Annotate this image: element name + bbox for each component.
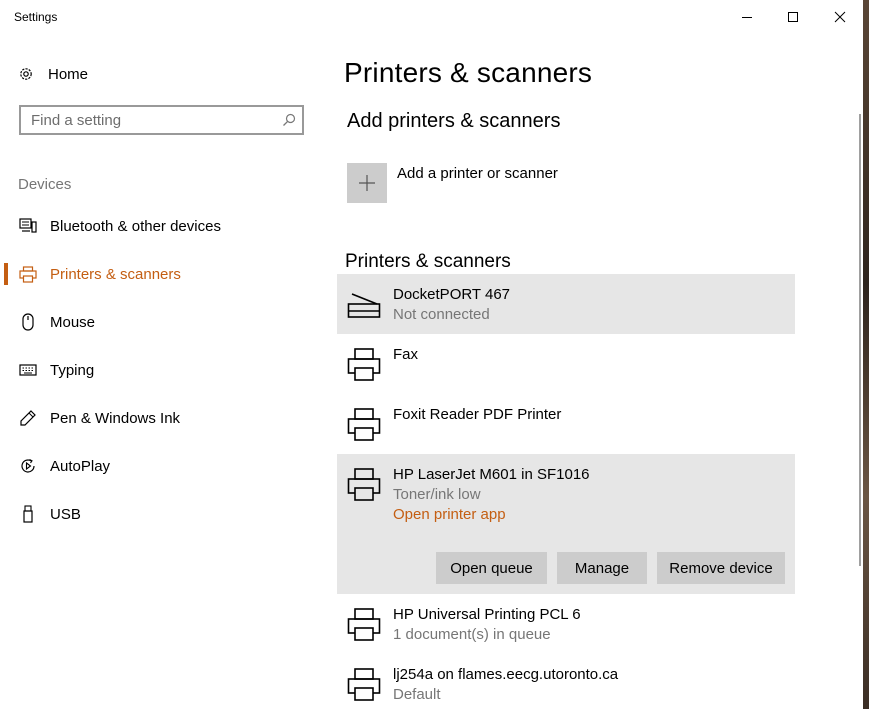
device-item-foxit[interactable]: Foxit Reader PDF Printer	[337, 394, 795, 454]
sidebar-item-label: Bluetooth & other devices	[50, 217, 221, 235]
window-title: Settings	[14, 10, 58, 24]
close-button[interactable]	[817, 0, 863, 34]
bluetooth-devices-icon	[18, 217, 38, 235]
autoplay-icon	[18, 457, 38, 475]
open-queue-button[interactable]: Open queue	[436, 552, 547, 584]
device-item-hp-laserjet[interactable]: HP LaserJet M601 in SF1016 Toner/ink low…	[337, 454, 795, 594]
sidebar-nav: Bluetooth & other devices Printers & sca…	[0, 202, 330, 538]
sidebar-item-bluetooth[interactable]: Bluetooth & other devices	[0, 202, 330, 250]
printers-list-title: Printers & scanners	[345, 251, 511, 272]
sidebar-item-mouse[interactable]: Mouse	[0, 298, 330, 346]
add-section-title: Add printers & scanners	[347, 110, 561, 132]
device-name: HP LaserJet M601 in SF1016	[393, 466, 590, 483]
sidebar-item-autoplay[interactable]: AutoPlay	[0, 442, 330, 490]
settings-window: Settings Home Devices Bluetooth & othe	[0, 0, 863, 709]
device-item-hp-universal[interactable]: HP Universal Printing PCL 6 1 document(s…	[337, 594, 795, 654]
minimize-icon	[742, 17, 752, 18]
sidebar-item-label: Pen & Windows Ink	[50, 409, 181, 427]
keyboard-icon	[18, 361, 38, 379]
printer-icon	[347, 608, 381, 641]
nav-home-label: Home	[48, 65, 89, 83]
device-status: Not connected	[393, 306, 490, 323]
search-box[interactable]	[19, 105, 304, 135]
device-name: HP Universal Printing PCL 6	[393, 606, 581, 623]
add-printer-button[interactable]	[347, 163, 387, 203]
sidebar-item-label: Printers & scanners	[50, 265, 181, 283]
sidebar-item-typing[interactable]: Typing	[0, 346, 330, 394]
device-name: DocketPORT 467	[393, 286, 511, 303]
gear-icon	[20, 68, 32, 80]
printer-icon	[347, 348, 381, 381]
open-printer-app-link[interactable]: Open printer app	[393, 506, 506, 523]
device-name: lj254a on flames.eecg.utoronto.ca	[393, 666, 619, 683]
printer-icon	[347, 468, 381, 501]
plus-icon	[359, 175, 375, 191]
device-item-lj254a[interactable]: lj254a on flames.eecg.utoronto.ca Defaul…	[337, 654, 795, 709]
desktop-background	[863, 0, 869, 709]
page-title: Printers & scanners	[344, 57, 593, 88]
device-status: 1 document(s) in queue	[393, 626, 551, 643]
device-status: Default	[393, 686, 441, 703]
sidebar-item-label: USB	[50, 505, 81, 523]
scrollbar[interactable]	[859, 114, 861, 566]
device-name: Foxit Reader PDF Printer	[393, 406, 562, 423]
search-icon[interactable]	[276, 113, 302, 127]
devices-section-header: Devices	[18, 176, 72, 193]
device-status: Toner/ink low	[393, 486, 481, 503]
search-input[interactable]	[31, 108, 276, 132]
sidebar-item-usb[interactable]: USB	[0, 490, 330, 538]
device-name: Fax	[393, 346, 419, 363]
maximize-button[interactable]	[770, 0, 816, 34]
selection-indicator	[4, 263, 8, 285]
title-bar[interactable]: Settings	[0, 0, 863, 34]
printer-icon	[347, 668, 381, 701]
sidebar-item-label: AutoPlay	[50, 457, 111, 475]
device-item-docketport[interactable]: DocketPORT 467 Not connected	[337, 274, 795, 334]
add-printer-label[interactable]: Add a printer or scanner	[397, 165, 558, 182]
printer-icon	[18, 265, 38, 283]
minimize-button[interactable]	[724, 0, 770, 34]
close-icon	[834, 11, 846, 23]
remove-device-button[interactable]: Remove device	[657, 552, 785, 584]
usb-icon	[18, 505, 38, 523]
nav-home[interactable]: Home	[18, 62, 88, 86]
sidebar-item-pen[interactable]: Pen & Windows Ink	[0, 394, 330, 442]
sidebar-item-printers-scanners[interactable]: Printers & scanners	[0, 250, 330, 298]
pen-icon	[18, 409, 38, 427]
sidebar-item-label: Typing	[50, 361, 95, 379]
mouse-icon	[18, 313, 38, 331]
sidebar-item-label: Mouse	[50, 313, 96, 331]
maximize-icon	[788, 12, 798, 22]
manage-button[interactable]: Manage	[557, 552, 647, 584]
scanner-icon	[347, 293, 381, 318]
printer-icon	[347, 408, 381, 441]
device-item-fax[interactable]: Fax	[337, 334, 795, 394]
